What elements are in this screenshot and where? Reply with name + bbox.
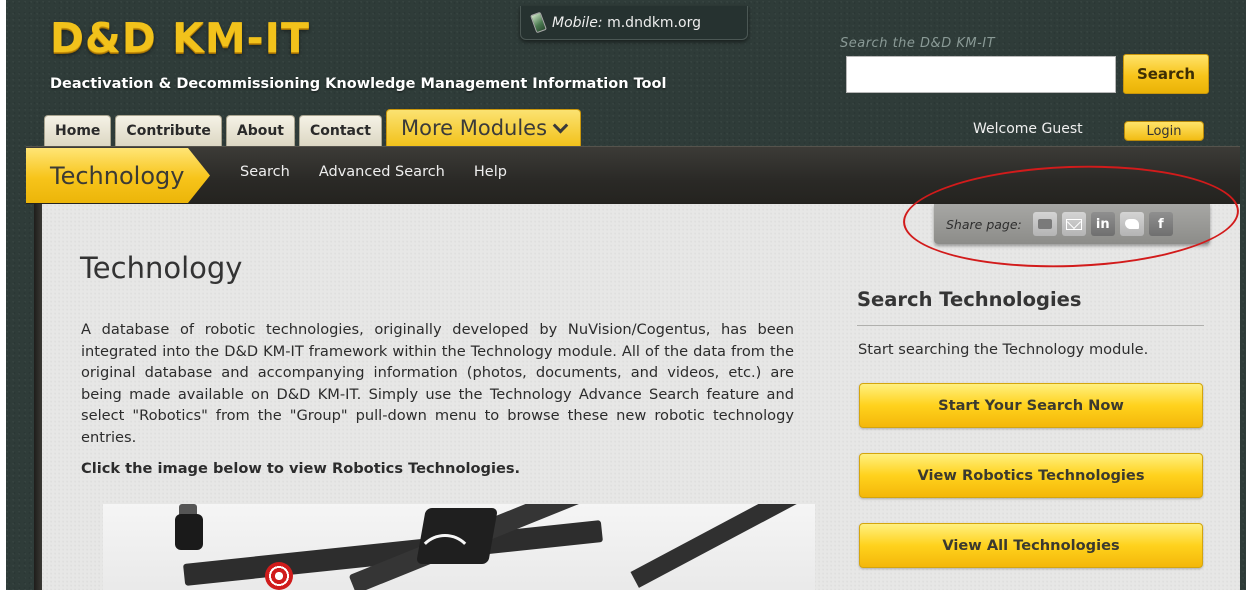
search-caption: Search the D&D KM-IT: [840, 36, 996, 51]
subnav-help[interactable]: Help: [474, 164, 507, 180]
tab-contact[interactable]: Contact: [299, 115, 382, 146]
chevron-down-icon: [552, 117, 569, 133]
tab-contribute[interactable]: Contribute: [115, 115, 222, 146]
robot-motor: [175, 514, 203, 550]
robotics-image[interactable]: [103, 504, 815, 590]
tab-more-modules-label: More Modules: [401, 116, 548, 140]
subnav-advanced-search[interactable]: Advanced Search: [319, 164, 445, 180]
robot-arm: [630, 504, 815, 588]
phone-icon: [530, 11, 547, 34]
module-title[interactable]: Technology: [26, 148, 210, 203]
site-logo[interactable]: D&D KM-IT: [50, 14, 310, 62]
search-button[interactable]: Search: [1123, 54, 1209, 94]
module-subnav: Search Advanced Search Help: [240, 164, 536, 180]
sidebar-title: Search Technologies: [857, 288, 1082, 311]
target-marker-icon: [265, 562, 293, 590]
mobile-label: Mobile:: [552, 14, 603, 31]
panel-shadow: [34, 204, 42, 590]
search-input[interactable]: [846, 56, 1116, 93]
click-instruction: Click the image below to view Robotics T…: [81, 460, 521, 477]
start-search-button[interactable]: Start Your Search Now: [859, 383, 1203, 428]
mobile-text: Mobile: m.dndkm.org: [552, 15, 701, 31]
robot-cable: [415, 534, 475, 590]
page-title: Technology: [80, 251, 243, 285]
subnav-search[interactable]: Search: [240, 164, 290, 180]
site-tagline: Deactivation & Decommissioning Knowledge…: [50, 76, 667, 92]
welcome-text: Welcome Guest: [973, 121, 1083, 137]
sidebar-divider: [857, 325, 1204, 326]
intro-paragraph: A database of robotic technologies, orig…: [81, 321, 794, 446]
tab-about[interactable]: About: [225, 115, 295, 146]
view-robotics-button[interactable]: View Robotics Technologies: [859, 453, 1203, 498]
tab-home[interactable]: Home: [44, 115, 112, 146]
login-button[interactable]: Login: [1124, 121, 1204, 141]
view-all-technologies-button[interactable]: View All Technologies: [859, 523, 1203, 568]
mobile-badge[interactable]: Mobile: m.dndkm.org: [520, 6, 748, 40]
mobile-url[interactable]: m.dndkm.org: [607, 15, 701, 31]
sidebar-text: Start searching the Technology module.: [858, 341, 1149, 358]
main-tabs: Home Contribute About Contact More Modul…: [44, 109, 582, 146]
tab-more-modules[interactable]: More Modules: [386, 109, 582, 146]
